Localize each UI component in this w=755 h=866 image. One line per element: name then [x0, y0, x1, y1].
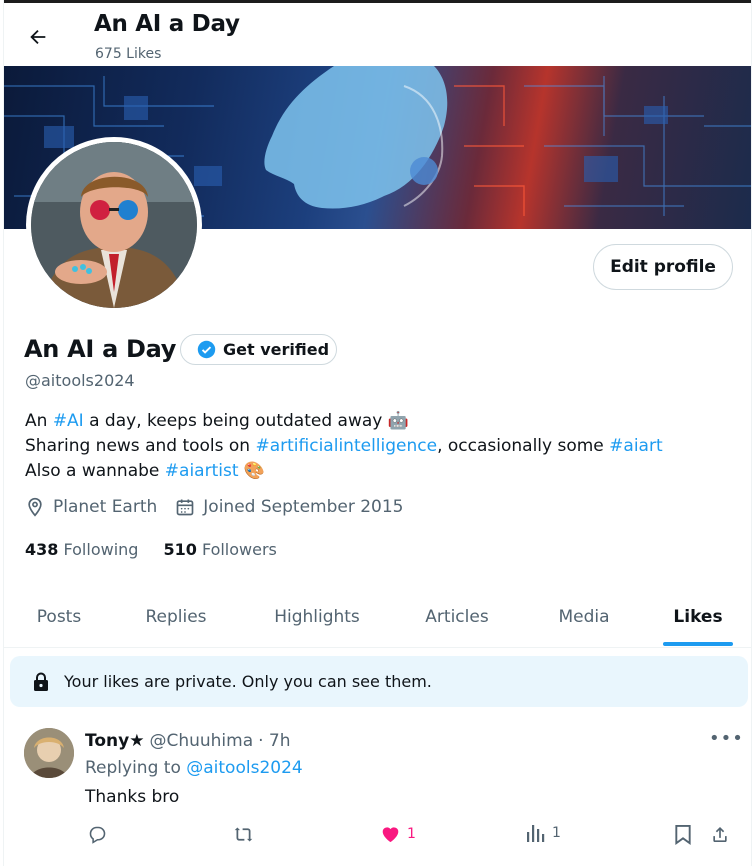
verified-badge-icon — [197, 340, 216, 359]
views-button[interactable]: 1 — [526, 824, 561, 842]
edit-profile-button[interactable]: Edit profile — [593, 244, 733, 290]
hashtag-link[interactable]: #AI — [53, 411, 84, 431]
tweet-actions: 1 1 — [4, 824, 751, 852]
like-button[interactable]: 1 — [380, 824, 416, 843]
reply-icon — [89, 826, 106, 844]
hashtag-link[interactable]: #aiart — [609, 436, 662, 456]
tweet-time[interactable]: · 7h — [258, 731, 290, 751]
header-likes-count: 675 Likes — [95, 46, 162, 62]
reply-button[interactable] — [87, 824, 108, 845]
bio-text: , occasionally some — [437, 436, 610, 456]
private-likes-notice: Your likes are private. Only you can see… — [10, 656, 748, 707]
liked-tweet[interactable]: Tony★ @Chuuhima · 7h ••• Replying to @ai… — [4, 716, 751, 866]
header-title: An AI a Day — [94, 11, 240, 37]
hashtag-link[interactable]: #artificialintelligence — [255, 436, 437, 456]
palette-emoji-icon: 🎨 — [243, 461, 266, 481]
avatar-image — [31, 142, 197, 308]
tweet-author-avatar[interactable] — [24, 728, 74, 778]
back-arrow-icon — [30, 29, 46, 45]
tab-highlights[interactable]: Highlights — [254, 586, 380, 648]
tweet-author-handle[interactable]: @Chuuhima — [149, 731, 253, 751]
followers-count: 510 — [163, 540, 197, 559]
bio-text: Sharing news and tools on — [25, 436, 256, 456]
back-button[interactable] — [22, 21, 54, 53]
profile-handle: @aitools2024 — [25, 371, 135, 390]
profile-stats: 438 Following 510 Followers — [25, 540, 277, 559]
profile-page: An AI a Day 675 Likes Edit profile An AI… — [3, 0, 752, 866]
like-count: 1 — [407, 825, 416, 842]
views-icon — [527, 825, 545, 842]
bio-line-2: Sharing news and tools on #artificialint… — [25, 434, 663, 459]
lock-icon — [34, 672, 48, 691]
profile-avatar[interactable] — [26, 137, 202, 313]
more-icon[interactable]: ••• — [709, 728, 744, 749]
share-button[interactable] — [710, 824, 730, 845]
retweet-button[interactable] — [232, 824, 255, 845]
tab-replies[interactable]: Replies — [120, 586, 232, 648]
location-text: Planet Earth — [53, 497, 158, 517]
join-date: Joined September 2015 — [175, 497, 404, 517]
bio-text: a day, keeps being outdated away — [83, 411, 383, 431]
location-pin-icon — [28, 497, 42, 517]
tab-posts[interactable]: Posts — [4, 586, 114, 648]
replying-prefix: Replying to — [85, 758, 187, 778]
profile-header: An AI a Day 675 Likes — [4, 0, 751, 66]
get-verified-label: Get verified — [223, 340, 330, 359]
tab-media[interactable]: Media — [534, 586, 634, 648]
robot-emoji-icon: 🤖 — [387, 411, 409, 431]
replying-to: Replying to @aitools2024 — [85, 758, 303, 778]
bio-text: An — [25, 411, 53, 431]
location: Planet Earth — [25, 497, 157, 517]
following-link[interactable]: 438 Following — [25, 540, 138, 559]
profile-name: An AI a Day — [24, 335, 177, 363]
tab-articles[interactable]: Articles — [404, 586, 510, 648]
retweet-icon — [234, 827, 253, 842]
notice-text: Your likes are private. Only you can see… — [64, 672, 432, 691]
bio-text: Also a wannabe — [25, 461, 165, 481]
replying-handle-link[interactable]: @aitools2024 — [186, 758, 302, 778]
tweet-header: Tony★ @Chuuhima · 7h — [85, 731, 291, 751]
active-tab-indicator — [663, 642, 733, 646]
share-icon — [713, 827, 727, 842]
tweet-author-name[interactable]: Tony★ — [85, 731, 144, 751]
join-date-text: Joined September 2015 — [203, 497, 404, 517]
hashtag-link[interactable]: #aiartist — [165, 461, 239, 481]
profile-meta: Planet Earth Joined September 2015 — [25, 497, 404, 517]
profile-bio: An #AI a day, keeps being outdated away … — [25, 409, 663, 484]
profile-tabs: Posts Replies Highlights Articles Media … — [4, 586, 751, 648]
following-count: 438 — [25, 540, 59, 559]
followers-label: Followers — [201, 540, 277, 559]
bio-line-3: Also a wannabe #aiartist 🎨 — [25, 459, 663, 484]
tab-likes[interactable]: Likes — [656, 586, 740, 648]
heart-icon — [382, 827, 399, 843]
bookmark-button[interactable] — [674, 824, 692, 845]
following-label: Following — [63, 540, 139, 559]
followers-link[interactable]: 510 Followers — [163, 540, 276, 559]
calendar-icon — [176, 499, 194, 516]
tweet-text: Thanks bro — [85, 787, 180, 807]
get-verified-button[interactable]: Get verified — [180, 334, 337, 365]
bio-line-1: An #AI a day, keeps being outdated away … — [25, 409, 663, 434]
view-count: 1 — [552, 825, 561, 841]
bookmark-icon — [675, 824, 691, 845]
